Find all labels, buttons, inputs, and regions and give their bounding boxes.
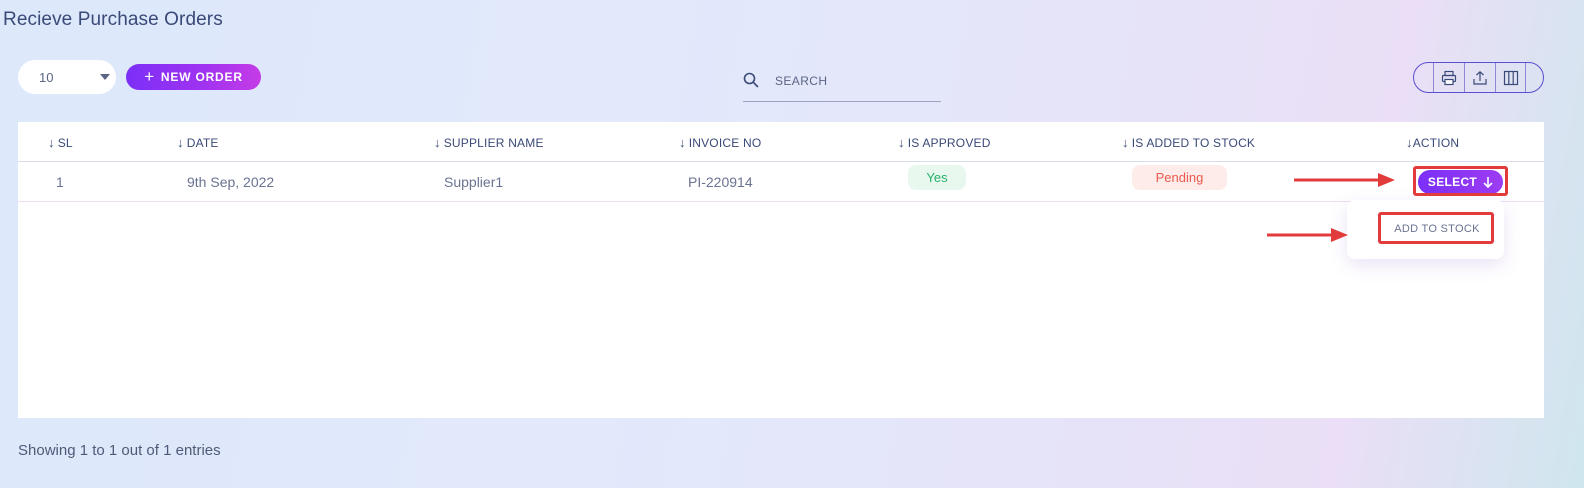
print-button[interactable]: [1433, 63, 1464, 92]
table-tools: [1413, 62, 1544, 93]
sort-arrow-icon: ↓: [1406, 135, 1413, 150]
column-header-action[interactable]: ↓ ACTION: [1406, 135, 1459, 150]
sort-arrow-icon: ↓: [1122, 135, 1129, 150]
arrow-down-icon: [1483, 177, 1493, 188]
cell-sl: 1: [56, 174, 64, 190]
column-header-supplier-name[interactable]: ↓ SUPPLIER NAME: [434, 135, 544, 150]
entries-value: 10: [39, 69, 54, 85]
print-icon: [1441, 70, 1457, 85]
caret-down-icon: [100, 74, 110, 80]
search-box: [743, 64, 941, 102]
approved-badge: Yes: [908, 165, 966, 190]
column-header-is-approved[interactable]: ↓ IS APPROVED: [898, 135, 991, 150]
column-header-date[interactable]: ↓ DATE: [177, 135, 219, 150]
sort-arrow-icon: ↓: [177, 135, 184, 150]
sort-arrow-icon: ↓: [898, 135, 905, 150]
select-action-button[interactable]: SELECT: [1418, 170, 1503, 194]
new-order-button[interactable]: + NEW ORDER: [126, 64, 261, 90]
column-header-is-added-to-stock[interactable]: ↓ IS ADDED TO STOCK: [1122, 135, 1255, 150]
cell-invoice: PI-220914: [688, 174, 753, 190]
select-label: SELECT: [1427, 175, 1478, 189]
export-button[interactable]: [1464, 63, 1495, 92]
sort-arrow-icon: ↓: [48, 135, 55, 150]
add-to-stock-menu-item[interactable]: ADD TO STOCK: [1380, 215, 1494, 243]
search-icon: [743, 72, 759, 88]
pagination-summary: Showing 1 to 1 out of 1 entries: [18, 442, 221, 459]
table-header: ↓ SL ↓ DATE ↓ SUPPLIER NAME ↓ INVOICE NO…: [18, 122, 1544, 162]
action-dropdown-menu: ADD TO STOCK: [1347, 200, 1504, 259]
stock-status-badge: Pending: [1132, 165, 1227, 190]
purchase-orders-table: ↓ SL ↓ DATE ↓ SUPPLIER NAME ↓ INVOICE NO…: [18, 122, 1544, 418]
column-header-invoice-no[interactable]: ↓ INVOICE NO: [679, 135, 761, 150]
cell-supplier: Supplier1: [444, 174, 504, 190]
annotation-arrow-icon: [1267, 228, 1348, 242]
columns-button[interactable]: [1495, 63, 1526, 92]
export-icon: [1473, 70, 1487, 85]
page-title: Recieve Purchase Orders: [3, 9, 223, 30]
sort-arrow-icon: ↓: [434, 135, 441, 150]
columns-icon: [1503, 70, 1518, 85]
new-order-label: NEW ORDER: [160, 70, 243, 84]
annotation-arrow-icon: [1294, 173, 1395, 187]
plus-icon: +: [144, 66, 155, 86]
search-input[interactable]: [775, 70, 935, 92]
cell-date: 9th Sep, 2022: [187, 174, 275, 190]
column-header-sl[interactable]: ↓ SL: [48, 135, 73, 150]
entries-per-page-select[interactable]: 10: [18, 60, 116, 94]
sort-arrow-icon: ↓: [679, 135, 686, 150]
